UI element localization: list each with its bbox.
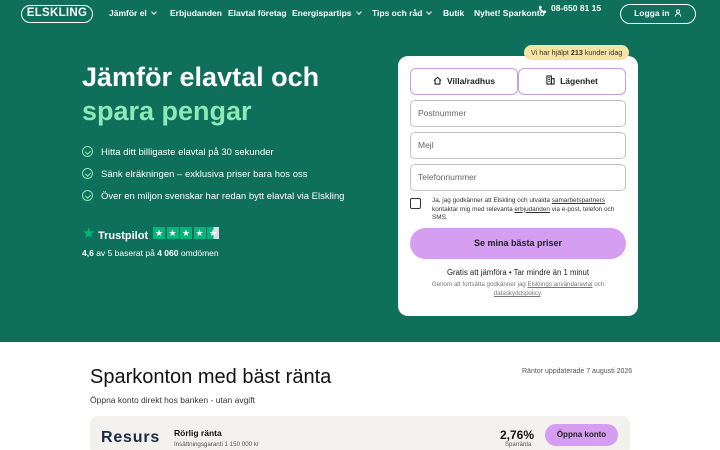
email-input[interactable]: Mejl	[410, 132, 626, 159]
comparison-form-card: Villa/radhus Lägenhet Postnummer Mejl Te…	[398, 56, 638, 316]
nav-item-label: Tips och råd	[372, 8, 423, 18]
rating-pre: av 5 baserat på	[96, 248, 155, 258]
submit-button[interactable]: Se mina bästa priser	[410, 228, 626, 259]
privacy-policy-link[interactable]: dataskyddspolicy	[494, 290, 541, 297]
interest-rate: 2,76%	[500, 428, 535, 442]
hero-title-line2: spara pengar	[82, 96, 252, 126]
house-icon	[433, 76, 442, 85]
badge-pre: Vi har hjälpt	[531, 48, 569, 57]
building-icon	[546, 75, 555, 85]
resurs-bank-logo: Resurs	[101, 429, 161, 446]
half-star-icon: ★	[207, 227, 219, 239]
hero-section: ELSKLING Jämför el Erbjudanden Elavtal f…	[0, 0, 720, 342]
terms-text: Genom att fortsätta godkänner jag Elskli…	[418, 281, 618, 299]
nav-item-tips-och-rad[interactable]: Tips och råd	[372, 8, 433, 18]
offers-link[interactable]: erbjudanden	[514, 206, 550, 213]
trustpilot-logo: Trustpilot	[98, 230, 149, 242]
savings-account-card: Resurs Rörlig ränta Insättningsgaranti 1…	[90, 416, 630, 450]
check-circle-icon	[82, 146, 93, 157]
villa-label: Villa/radhus	[446, 76, 496, 86]
nav-item-label: Energispartips	[292, 8, 352, 18]
nav-item-label: Erbjudanden	[170, 8, 222, 18]
nav-item-label: Jämför el	[109, 8, 147, 18]
apartment-label: Lägenhet	[560, 76, 598, 86]
postcode-input[interactable]: Postnummer	[410, 100, 626, 127]
badge-count: 213	[570, 48, 583, 57]
chevron-down-icon	[355, 9, 362, 15]
consent-part: Ja, jag godkänner att Elskling och utval…	[432, 197, 552, 204]
nav-item-sparkonto[interactable]: Nyhet! Sparkonto	[474, 8, 545, 18]
nav-item-jamfor-el[interactable]: Jämför el	[109, 8, 157, 18]
benefit-item: Hitta ditt billigaste elavtal på 30 seku…	[82, 144, 274, 158]
badge-post: kunder idag	[584, 48, 623, 57]
terms-part: .	[540, 289, 543, 297]
phone-input[interactable]: Telefonnummer	[410, 164, 626, 191]
nav-item-erbjudanden[interactable]: Erbjudanden	[170, 8, 222, 18]
star-icon: ★	[166, 227, 179, 239]
check-circle-icon	[82, 190, 93, 201]
top-nav: ELSKLING Jämför el Erbjudanden Elavtal f…	[0, 0, 720, 30]
rating-score: 4,6	[82, 248, 94, 258]
nav-item-label: Elavtal företag	[228, 8, 287, 18]
benefit-text: Hitta ditt billigaste elavtal på 30 seku…	[101, 147, 274, 158]
savings-title: Sparkonton med bäst ränta	[90, 366, 332, 388]
open-account-button[interactable]: Öppna konto	[545, 424, 618, 446]
nav-item-energispartips[interactable]: Energispartips	[292, 8, 362, 18]
interest-rate-label: Sparränta	[505, 442, 532, 448]
trustpilot-rating-text: 4,6 av 5 baserat på 4 060 omdömen	[82, 248, 219, 258]
phone-number-link[interactable]: 08-650 81 15	[551, 3, 607, 14]
nav-item-label: Nyhet! Sparkonto	[474, 8, 545, 18]
benefit-text: Över en miljon svenskar har redan bytt e…	[101, 191, 345, 202]
free-compare-text: Gratis att jämföra • Tar mindre än 1 min…	[446, 268, 590, 277]
star-icon: ★	[153, 227, 165, 239]
check-circle-icon	[82, 168, 93, 179]
customers-helped-badge: Vi har hjälpt 213 kunder idag	[524, 45, 630, 60]
consent-part: kontaktar mig med relevanta	[432, 205, 515, 213]
deposit-insurance-text: Insättningsgaranti 1 150 000 kr	[174, 441, 259, 448]
phone-icon	[538, 5, 547, 14]
terms-part: och	[592, 281, 605, 288]
chevron-down-icon	[150, 9, 157, 15]
chevron-down-icon	[426, 9, 433, 15]
benefit-item: Sänk elräkningen – exklusiva priser bara…	[82, 166, 307, 180]
rating-post: omdömen	[180, 248, 219, 258]
nav-item-butik[interactable]: Butik	[443, 8, 464, 18]
terms-part: Genom att fortsätta godkänner jag	[431, 281, 528, 288]
partners-link[interactable]: samarbetspartners	[552, 197, 605, 204]
login-label: Logga in	[634, 8, 670, 18]
hero-title-line1: Jämför elavtal och	[82, 62, 320, 92]
review-count: 4 060	[157, 248, 179, 258]
star-icon: ★	[193, 227, 206, 239]
star-icon: ★	[180, 227, 192, 239]
user-agreement-link[interactable]: Elsklings användaravtal	[527, 281, 592, 288]
consent-text: Ja, jag godkänner att Elskling och utval…	[432, 197, 624, 223]
login-button[interactable]: Logga in	[620, 4, 696, 24]
login-icon	[674, 9, 682, 17]
benefit-item: Över en miljon svenskar har redan bytt e…	[82, 188, 344, 202]
elskling-logo[interactable]: ELSKLING	[21, 5, 93, 23]
benefit-text: Sänk elräkningen – exklusiva priser bara…	[101, 169, 308, 180]
savings-subtitle: Öppna konto direkt hos banken - utan avg…	[90, 395, 255, 405]
rate-type: Rörlig ränta	[174, 428, 222, 438]
rates-updated-text: Räntor uppdaterade 7 augusti 2026	[522, 368, 633, 375]
housing-type-villa-button[interactable]: Villa/radhus	[410, 68, 518, 95]
trustpilot-stars: ★ ★ ★ ★ ★	[153, 227, 219, 239]
nav-item-label: Butik	[443, 8, 465, 18]
nav-item-elavtal-foretag[interactable]: Elavtal företag	[228, 8, 287, 18]
consent-checkbox[interactable]	[410, 198, 421, 209]
trustpilot-star-icon: ★	[82, 225, 96, 242]
housing-type-apartment-button[interactable]: Lägenhet	[518, 68, 626, 95]
